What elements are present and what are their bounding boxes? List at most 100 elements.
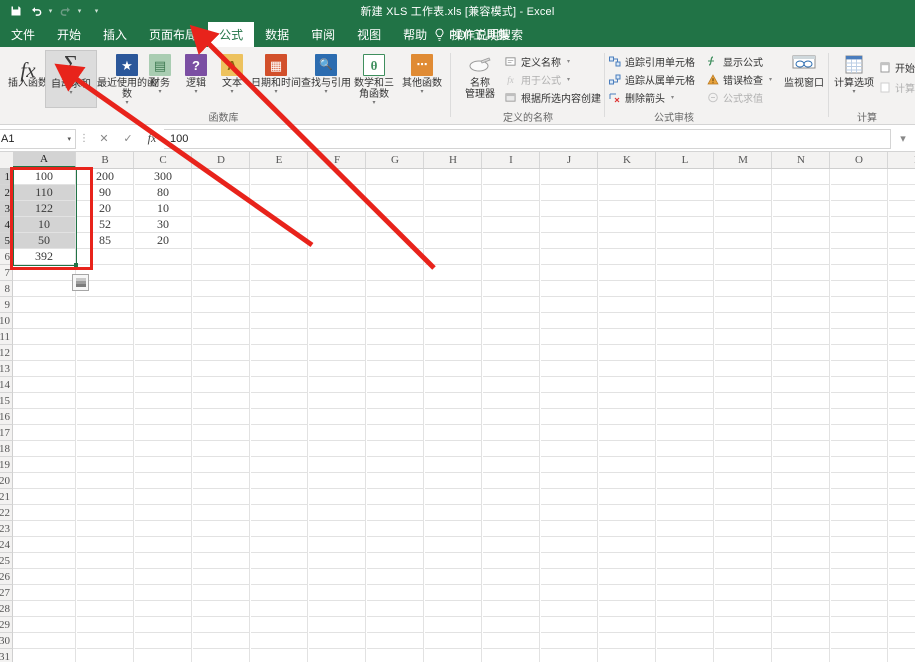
cell-I23[interactable] xyxy=(483,521,540,537)
cell-P19[interactable] xyxy=(889,457,915,473)
cell-K6[interactable] xyxy=(599,249,656,265)
cell-M13[interactable] xyxy=(715,361,772,377)
cell-O31[interactable] xyxy=(831,649,888,662)
cell-O4[interactable] xyxy=(831,217,888,233)
cell-M12[interactable] xyxy=(715,345,772,361)
cell-J13[interactable] xyxy=(541,361,598,377)
row-header-31[interactable]: 31 xyxy=(0,649,13,662)
row-header-8[interactable]: 8 xyxy=(0,281,13,297)
cell-C10[interactable] xyxy=(135,313,192,329)
cell-D23[interactable] xyxy=(193,521,250,537)
cell-K11[interactable] xyxy=(599,329,656,345)
cell-L2[interactable] xyxy=(657,185,714,201)
cell-H2[interactable] xyxy=(425,185,482,201)
cell-C21[interactable] xyxy=(135,489,192,505)
cell-L9[interactable] xyxy=(657,297,714,313)
math-trig-button[interactable]: θ 数学和三角函数 ▾ xyxy=(350,50,398,108)
cell-E18[interactable] xyxy=(251,441,308,457)
column-header-l[interactable]: L xyxy=(657,152,714,168)
cell-E28[interactable] xyxy=(251,601,308,617)
cell-I5[interactable] xyxy=(483,233,540,249)
cell-H1[interactable] xyxy=(425,169,482,185)
column-header-k[interactable]: K xyxy=(599,152,656,168)
cell-B28[interactable] xyxy=(77,601,134,617)
cell-J24[interactable] xyxy=(541,537,598,553)
cell-M18[interactable] xyxy=(715,441,772,457)
row-header-9[interactable]: 9 xyxy=(0,297,13,313)
cell-M17[interactable] xyxy=(715,425,772,441)
cell-E9[interactable] xyxy=(251,297,308,313)
cell-H11[interactable] xyxy=(425,329,482,345)
cell-J2[interactable] xyxy=(541,185,598,201)
cell-C18[interactable] xyxy=(135,441,192,457)
cell-N28[interactable] xyxy=(773,601,830,617)
cell-J12[interactable] xyxy=(541,345,598,361)
cell-I29[interactable] xyxy=(483,617,540,633)
cell-D25[interactable] xyxy=(193,553,250,569)
cell-M29[interactable] xyxy=(715,617,772,633)
cell-E10[interactable] xyxy=(251,313,308,329)
cell-E1[interactable] xyxy=(251,169,308,185)
cell-K30[interactable] xyxy=(599,633,656,649)
cell-B10[interactable] xyxy=(77,313,134,329)
cell-F10[interactable] xyxy=(309,313,366,329)
cell-B13[interactable] xyxy=(77,361,134,377)
cell-H25[interactable] xyxy=(425,553,482,569)
cell-B12[interactable] xyxy=(77,345,134,361)
cell-N2[interactable] xyxy=(773,185,830,201)
cell-D16[interactable] xyxy=(193,409,250,425)
cell-C4[interactable]: 30 xyxy=(135,217,192,233)
cell-K17[interactable] xyxy=(599,425,656,441)
cell-D8[interactable] xyxy=(193,281,250,297)
row-header-13[interactable]: 13 xyxy=(0,361,13,377)
row-header-14[interactable]: 14 xyxy=(0,377,13,393)
cell-H20[interactable] xyxy=(425,473,482,489)
cell-N24[interactable] xyxy=(773,537,830,553)
cell-M9[interactable] xyxy=(715,297,772,313)
error-checking-caret[interactable]: ▾ xyxy=(769,76,772,83)
cell-E7[interactable] xyxy=(251,265,308,281)
cell-L26[interactable] xyxy=(657,569,714,585)
cell-D29[interactable] xyxy=(193,617,250,633)
financial-dropdown-caret[interactable]: ▾ xyxy=(158,89,161,95)
cell-L16[interactable] xyxy=(657,409,714,425)
cell-D11[interactable] xyxy=(193,329,250,345)
cell-K20[interactable] xyxy=(599,473,656,489)
cell-A22[interactable] xyxy=(13,505,76,521)
cell-P12[interactable] xyxy=(889,345,915,361)
calculation-options-dropdown-caret[interactable]: ▾ xyxy=(852,89,855,95)
cell-B29[interactable] xyxy=(77,617,134,633)
cell-I12[interactable] xyxy=(483,345,540,361)
row-header-30[interactable]: 30 xyxy=(0,633,13,649)
cell-M5[interactable] xyxy=(715,233,772,249)
cell-M15[interactable] xyxy=(715,393,772,409)
cell-G30[interactable] xyxy=(367,633,424,649)
cell-F8[interactable] xyxy=(309,281,366,297)
cell-A24[interactable] xyxy=(13,537,76,553)
cell-P15[interactable] xyxy=(889,393,915,409)
cell-M21[interactable] xyxy=(715,489,772,505)
cell-K3[interactable] xyxy=(599,201,656,217)
cell-G14[interactable] xyxy=(367,377,424,393)
cell-G28[interactable] xyxy=(367,601,424,617)
cell-L17[interactable] xyxy=(657,425,714,441)
cell-C25[interactable] xyxy=(135,553,192,569)
cell-K10[interactable] xyxy=(599,313,656,329)
cell-E24[interactable] xyxy=(251,537,308,553)
cell-P24[interactable] xyxy=(889,537,915,553)
cell-N4[interactable] xyxy=(773,217,830,233)
cell-F19[interactable] xyxy=(309,457,366,473)
cell-M1[interactable] xyxy=(715,169,772,185)
cell-E2[interactable] xyxy=(251,185,308,201)
cell-I9[interactable] xyxy=(483,297,540,313)
cell-H12[interactable] xyxy=(425,345,482,361)
cell-C1[interactable]: 300 xyxy=(135,169,192,185)
cell-H10[interactable] xyxy=(425,313,482,329)
cell-G15[interactable] xyxy=(367,393,424,409)
cell-O13[interactable] xyxy=(831,361,888,377)
cell-J28[interactable] xyxy=(541,601,598,617)
cell-K24[interactable] xyxy=(599,537,656,553)
cell-N17[interactable] xyxy=(773,425,830,441)
cell-I22[interactable] xyxy=(483,505,540,521)
cell-H22[interactable] xyxy=(425,505,482,521)
